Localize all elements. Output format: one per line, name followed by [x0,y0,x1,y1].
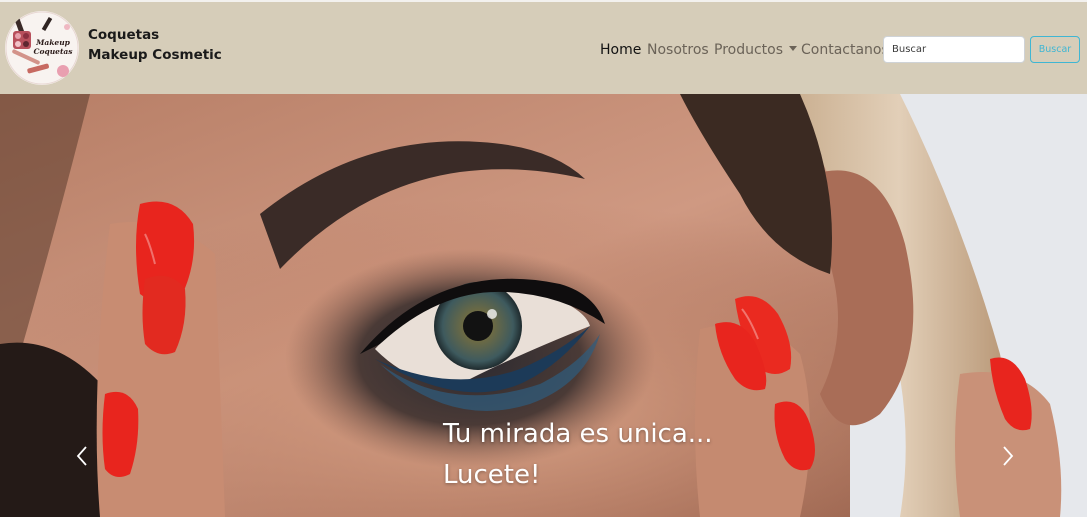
nav-link-productos: Productos [714,42,784,58]
caret-down-icon [789,46,798,51]
brand-logo[interactable]: Makeup Coquetas [5,11,79,85]
logo-text: Makeup Coquetas [33,38,73,56]
navbar: Makeup Coquetas Coquetas Makeup Cosmetic… [0,2,1087,94]
chevron-left-icon [76,446,87,466]
nav-link-nosotros[interactable]: Nosotros [647,40,709,60]
hero-carousel: Tu mirada es unica... Lucete! [0,94,1087,517]
chevron-right-icon [1003,446,1014,466]
search-button[interactable]: Buscar [1030,36,1080,63]
nav-link-contactanos[interactable]: Contactanos [801,40,889,60]
carousel-caption-line-1: Tu mirada es unica... [443,419,713,449]
carousel-caption-line-2: Lucete! [443,460,541,490]
brand-line-1: Coquetas [88,27,160,43]
nav-link-home[interactable]: Home [600,40,641,60]
carousel-next-button[interactable] [997,444,1017,468]
hero-image [0,94,1087,517]
brand-line-2: Makeup Cosmetic [88,47,222,63]
search-input[interactable] [883,36,1025,63]
brand-name[interactable]: Coquetas Makeup Cosmetic [88,25,222,65]
carousel-prev-button[interactable] [73,444,93,468]
nav-dropdown-productos[interactable]: Productos [714,40,798,60]
